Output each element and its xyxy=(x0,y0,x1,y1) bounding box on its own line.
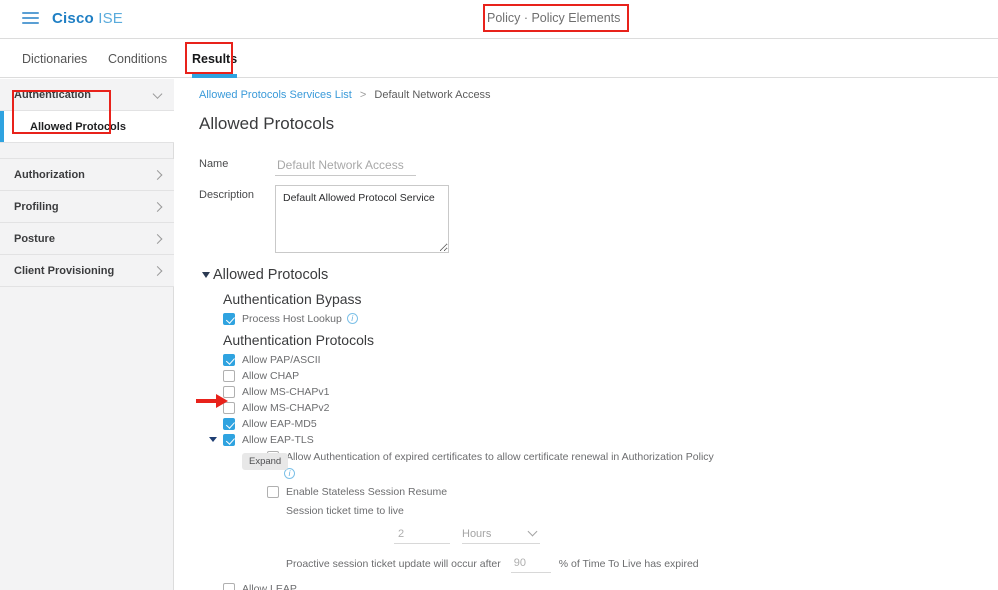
sidebar-item-authorization[interactable]: Authorization xyxy=(0,159,174,191)
session-ticket-ttl-unit-select[interactable]: Hours xyxy=(462,524,540,544)
checkbox-label: Enable Stateless Session Resume xyxy=(286,486,448,498)
checkbox-row-ms-chapv1: Allow MS-CHAPv1 xyxy=(223,384,998,399)
expand-tooltip: Expand xyxy=(242,453,289,470)
breadcrumb-current: Default Network Access xyxy=(374,89,491,101)
description-textarea[interactable]: Default Allowed Protocol Service xyxy=(275,185,449,253)
checkbox-allow-pap-ascii[interactable] xyxy=(223,353,235,366)
triangle-down-icon xyxy=(202,272,210,278)
sidebar-item-label: Authentication xyxy=(14,88,91,101)
sidebar-item-authentication[interactable]: Authentication xyxy=(0,79,174,111)
session-ticket-ttl-controls: Hours xyxy=(394,524,998,544)
brand-cisco: Cisco xyxy=(52,10,94,27)
name-field-row: Name xyxy=(199,154,998,176)
checkbox-allow-eap-md5[interactable] xyxy=(223,417,235,430)
checkbox-allow-ms-chapv1[interactable] xyxy=(223,385,235,398)
allowed-protocols-section-title: Allowed Protocols xyxy=(213,267,329,283)
checkbox-label: Allow CHAP xyxy=(242,369,300,382)
checkbox-label: Allow LEAP xyxy=(242,582,297,590)
group-title-authentication-bypass: Authentication Bypass xyxy=(223,291,362,307)
proactive-session-ticket-row: Proactive session ticket update will occ… xyxy=(286,554,998,573)
checkbox-row-chap: Allow CHAP xyxy=(223,368,998,383)
chevron-right-icon xyxy=(152,201,163,212)
sidebar-item-allowed-protocols[interactable]: Allowed Protocols xyxy=(0,111,174,143)
protocols-tail-block: Allow LEAP Allow PEAP Allow EAP-FAST All… xyxy=(223,581,998,590)
name-input[interactable] xyxy=(275,154,416,176)
checkbox-label: Allow MS-CHAPv1 xyxy=(242,385,330,398)
sidebar-item-label: Profiling xyxy=(14,200,59,213)
sidebar-item-posture[interactable]: Posture xyxy=(0,223,174,255)
checkbox-label: Allow MS-CHAPv2 xyxy=(242,401,330,414)
breadcrumb-separator: > xyxy=(359,89,367,101)
session-ticket-ttl-input[interactable] xyxy=(394,524,450,544)
checkbox-allow-eap-tls[interactable] xyxy=(223,433,235,446)
sidebar-item-label: Posture xyxy=(14,232,55,245)
checkbox-row-stateless-session-resume: Enable Stateless Session Resume xyxy=(267,486,998,498)
sidebar-item-label: Authorization xyxy=(14,168,85,181)
chevron-down-icon xyxy=(152,88,163,99)
proactive-suffix-label: % of Time To Live has expired xyxy=(558,557,699,570)
tab-active-underline xyxy=(192,74,238,78)
chevron-right-icon xyxy=(152,233,163,244)
tab-dictionaries-label: Dictionaries xyxy=(22,51,88,66)
session-ticket-ttl-unit-value: Hours xyxy=(462,527,492,540)
eap-tls-sub-panel: Expand Allow Authentication of expired c… xyxy=(239,451,998,573)
triangle-down-icon[interactable] xyxy=(209,437,217,442)
checkbox-allow-leap[interactable] xyxy=(223,582,235,590)
checkbox-label: Allow PAP/ASCII xyxy=(242,353,321,366)
checkbox-label: Process Host Lookup xyxy=(242,312,342,325)
checkbox-allow-chap[interactable] xyxy=(223,369,235,382)
ise-allowed-protocols-page: Cisco ISE Policy · Policy Elements Dicti… xyxy=(0,0,998,590)
sidebar: Authentication Allowed Protocols Authori… xyxy=(0,79,174,590)
checkbox-enable-stateless-session-resume[interactable] xyxy=(267,486,279,498)
sidebar-divider xyxy=(0,143,173,159)
main-content: Allowed Protocols Services List > Defaul… xyxy=(174,79,998,590)
breadcrumb: Allowed Protocols Services List > Defaul… xyxy=(199,89,998,101)
sidebar-item-label: Client Provisioning xyxy=(14,264,115,277)
checkbox-row-eap-tls: Allow EAP-TLS xyxy=(209,432,998,447)
tab-dictionaries[interactable]: Dictionaries xyxy=(22,39,87,78)
checkbox-row-pap-ascii: Allow PAP/ASCII xyxy=(223,352,998,367)
top-bar: Cisco ISE Policy · Policy Elements xyxy=(0,0,998,39)
allowed-protocols-section-header[interactable]: Allowed Protocols xyxy=(202,267,998,283)
expired-certificates-info-row: i xyxy=(284,465,998,483)
checkbox-row-ms-chapv2: Allow MS-CHAPv2 xyxy=(223,400,998,415)
checkbox-row-eap-md5: Allow EAP-MD5 xyxy=(223,416,998,431)
info-icon[interactable]: i xyxy=(346,313,358,324)
checkbox-label: Allow EAP-TLS xyxy=(242,433,314,446)
proactive-prefix-label: Proactive session ticket update will occ… xyxy=(286,557,501,570)
session-ticket-ttl-label: Session ticket time to live xyxy=(286,505,404,517)
chevron-down-icon xyxy=(527,526,538,537)
checkbox-label: Allow Authentication of expired certific… xyxy=(286,451,714,463)
tab-conditions[interactable]: Conditions xyxy=(108,39,167,78)
hamburger-icon[interactable] xyxy=(22,12,39,26)
sidebar-item-label: Allowed Protocols xyxy=(30,120,126,133)
sidebar-item-profiling[interactable]: Profiling xyxy=(0,191,174,223)
checkbox-row-process-host-lookup: Process Host Lookup i xyxy=(223,311,998,326)
sidebar-item-client-provisioning[interactable]: Client Provisioning xyxy=(0,255,174,287)
brand-ise: ISE xyxy=(98,10,124,27)
checkbox-label: Allow EAP-MD5 xyxy=(242,417,317,430)
checkbox-process-host-lookup[interactable] xyxy=(223,312,235,325)
proactive-percent-input[interactable] xyxy=(510,554,551,573)
tab-conditions-label: Conditions xyxy=(108,51,168,66)
group-title-authentication-protocols: Authentication Protocols xyxy=(223,332,374,348)
description-label: Description xyxy=(199,189,255,201)
checkbox-row-expired-certificates: Allow Authentication of expired certific… xyxy=(267,451,998,463)
chevron-right-icon xyxy=(152,169,163,180)
breadcrumb-link-services-list[interactable]: Allowed Protocols Services List xyxy=(199,89,352,101)
protocols-block: Authentication Bypass Process Host Looku… xyxy=(209,291,998,590)
page-title: Allowed Protocols xyxy=(199,114,335,133)
tab-results[interactable]: Results xyxy=(192,39,238,78)
checkbox-row-leap: Allow LEAP xyxy=(223,581,998,590)
tab-bar: Dictionaries Conditions Results xyxy=(0,39,998,78)
checkbox-allow-ms-chapv2[interactable] xyxy=(223,401,235,414)
chevron-right-icon xyxy=(152,265,163,276)
description-field-row: Description Default Allowed Protocol Ser… xyxy=(199,185,998,253)
cisco-ise-logo[interactable]: Cisco ISE xyxy=(52,10,123,27)
tab-results-label: Results xyxy=(192,51,238,66)
header-breadcrumb: Policy · Policy Elements xyxy=(487,11,621,25)
name-label: Name xyxy=(199,158,229,170)
